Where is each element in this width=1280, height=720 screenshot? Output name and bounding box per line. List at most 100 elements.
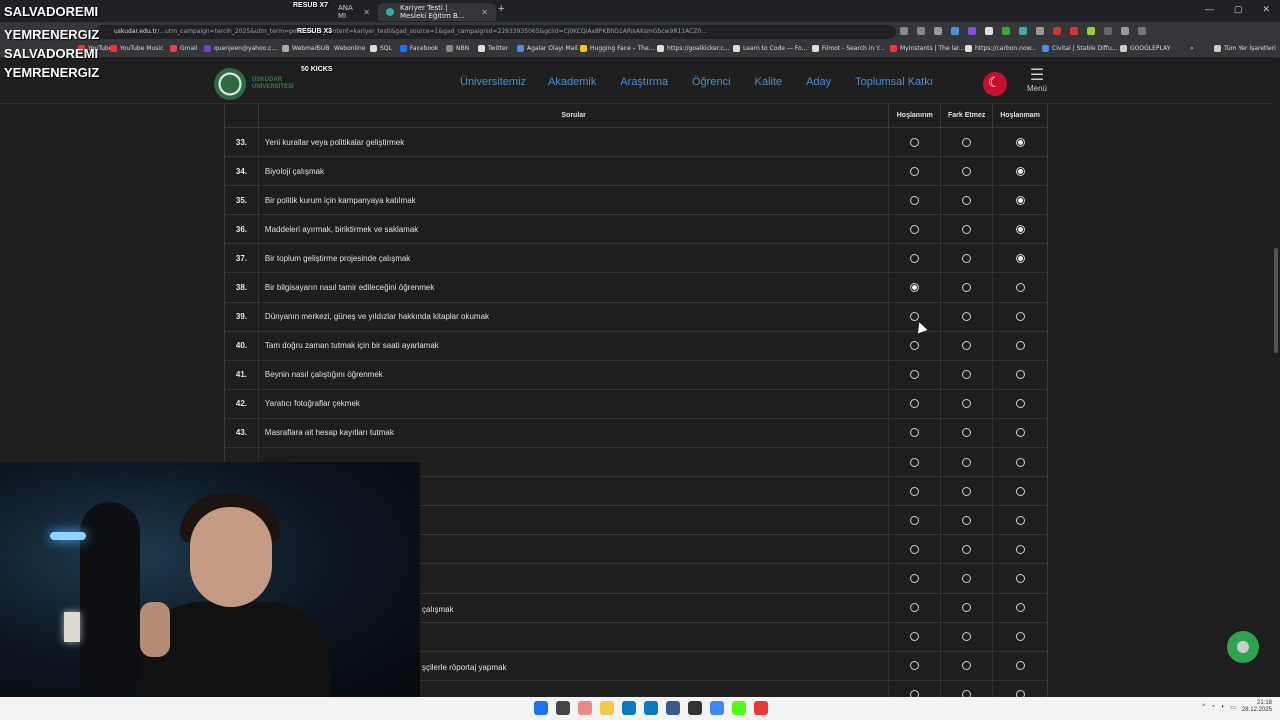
radio-like[interactable] [910, 486, 920, 496]
university-logo[interactable]: ÜSKÜDAR ÜNİVERSİTESİ [214, 68, 294, 100]
nav-kalite[interactable]: Kalite [755, 76, 783, 88]
radio-dislike[interactable] [1015, 283, 1025, 293]
bookmark-item[interactable]: Twitter [478, 45, 508, 52]
radio-like[interactable] [910, 603, 920, 613]
extension-icon[interactable] [985, 27, 993, 35]
tray-chevron-icon[interactable]: ^ [1202, 704, 1205, 710]
extension-icon[interactable] [968, 27, 976, 35]
bookmark-item[interactable]: Filmot - Search in Y... [812, 45, 884, 52]
radio-neutral[interactable] [962, 457, 972, 467]
radio-dislike[interactable] [1015, 428, 1025, 438]
menu-button[interactable]: ☰ Menü [1024, 68, 1050, 94]
new-tab-button[interactable]: + [498, 3, 504, 15]
chat-button[interactable] [1227, 631, 1259, 663]
radio-neutral[interactable] [962, 195, 972, 205]
radio-like[interactable] [910, 253, 920, 263]
bookmark-item[interactable]: quenjeen@yahoo.c... [204, 45, 277, 52]
extension-icon[interactable] [1019, 27, 1027, 35]
url-input[interactable]: uskudar.edu.tr/...utm_campaign=tercih_20… [96, 25, 896, 39]
bookmark-item[interactable]: https://goalkicker.c... [657, 45, 730, 52]
minimize-icon[interactable]: — [1205, 4, 1214, 15]
bookmark-item[interactable]: Myinstants | The lar... [890, 45, 965, 52]
scrollbar-thumb[interactable] [1274, 248, 1278, 353]
radio-neutral[interactable] [962, 253, 972, 263]
all-bookmarks-folder[interactable]: Tüm Yer İşaretleri [1214, 45, 1276, 52]
extension-icon[interactable] [951, 27, 959, 35]
wifi-icon[interactable]: ◔ [1211, 704, 1215, 710]
profile-icon[interactable] [1138, 27, 1146, 35]
bookmark-star-icon[interactable] [934, 27, 942, 35]
bookmarks-overflow[interactable]: » [1190, 45, 1194, 52]
close-tab-icon[interactable]: ✕ [481, 8, 488, 17]
radio-like[interactable] [910, 137, 920, 147]
radio-like[interactable] [910, 370, 920, 380]
radio-like[interactable] [910, 283, 920, 293]
radio-dislike[interactable] [1015, 457, 1025, 467]
task-view-icon[interactable] [556, 701, 570, 715]
radio-dislike[interactable] [1015, 486, 1025, 496]
turkish-flag-icon[interactable] [983, 72, 1007, 96]
radio-neutral[interactable] [962, 544, 972, 554]
extension-icon[interactable] [1070, 27, 1078, 35]
extension-icon[interactable] [1053, 27, 1061, 35]
bookmark-folder[interactable]: GOOGLEPLAY [1120, 45, 1170, 52]
radio-neutral[interactable] [962, 661, 972, 671]
radio-neutral[interactable] [962, 428, 972, 438]
radio-like[interactable] [910, 515, 920, 525]
radio-dislike[interactable] [1015, 603, 1025, 613]
start-icon[interactable] [534, 701, 548, 715]
radio-dislike[interactable] [1015, 166, 1025, 176]
kick-icon[interactable] [732, 701, 746, 715]
radio-dislike[interactable] [1015, 515, 1025, 525]
clock[interactable]: 21:18 28.12.2025 [1242, 700, 1272, 714]
nav-ogrenci[interactable]: Öğrenci [692, 76, 731, 88]
extensions-puzzle-icon[interactable] [1104, 27, 1112, 35]
bookmark-item[interactable]: YouTube Music [110, 45, 163, 52]
bookmark-item[interactable]: SQL [370, 45, 392, 52]
bookmark-item[interactable]: Webonline [334, 45, 365, 52]
radio-neutral[interactable] [962, 224, 972, 234]
radio-like[interactable] [910, 399, 920, 409]
radio-dislike[interactable] [1015, 341, 1025, 351]
nav-akademik[interactable]: Akademik [548, 76, 596, 88]
radio-neutral[interactable] [962, 312, 972, 322]
chrome-icon[interactable] [710, 701, 724, 715]
app-icon[interactable] [754, 701, 768, 715]
radio-neutral[interactable] [962, 166, 972, 176]
radio-dislike[interactable] [1015, 573, 1025, 583]
bookmark-item[interactable]: Learn to Code — Fo... [733, 45, 807, 52]
radio-dislike[interactable] [1015, 137, 1025, 147]
radio-like[interactable] [910, 195, 920, 205]
radio-neutral[interactable] [962, 137, 972, 147]
copilot-icon[interactable] [578, 701, 592, 715]
radio-neutral[interactable] [962, 690, 972, 697]
radio-dislike[interactable] [1015, 632, 1025, 642]
bookmark-item[interactable]: Facebook [400, 45, 438, 52]
zoom-icon[interactable] [900, 27, 908, 35]
bookmark-item[interactable]: Hugging Face – The... [580, 45, 654, 52]
radio-neutral[interactable] [962, 370, 972, 380]
radio-dislike[interactable] [1015, 224, 1025, 234]
bookmark-item[interactable]: Agalar Olayı Mail [517, 45, 578, 52]
radio-neutral[interactable] [962, 603, 972, 613]
radio-dislike[interactable] [1015, 690, 1025, 697]
tab-active[interactable]: Kariyer Testi | Mesleki Eğitim B... ✕ [378, 3, 496, 21]
nav-toplumsal-katki[interactable]: Toplumsal Katkı [855, 76, 933, 88]
radio-neutral[interactable] [962, 573, 972, 583]
radio-neutral[interactable] [962, 283, 972, 293]
vscode-icon[interactable] [644, 701, 658, 715]
battery-icon[interactable]: ▭ [1230, 704, 1236, 711]
bookmark-item[interactable]: https://carbon.now... [965, 45, 1037, 52]
radio-dislike[interactable] [1015, 312, 1025, 322]
radio-like[interactable] [910, 573, 920, 583]
radio-dislike[interactable] [1015, 370, 1025, 380]
close-window-icon[interactable]: ✕ [1262, 4, 1270, 15]
radio-neutral[interactable] [962, 399, 972, 409]
bookmark-item[interactable]: Civitai | Stable Diffu... [1042, 45, 1117, 52]
radio-like[interactable] [910, 428, 920, 438]
radio-dislike[interactable] [1015, 253, 1025, 263]
nav-arastirma[interactable]: Araştırma [620, 76, 668, 88]
radio-dislike[interactable] [1015, 399, 1025, 409]
bookmark-item[interactable]: SUB [317, 45, 329, 52]
radio-like[interactable] [910, 341, 920, 351]
